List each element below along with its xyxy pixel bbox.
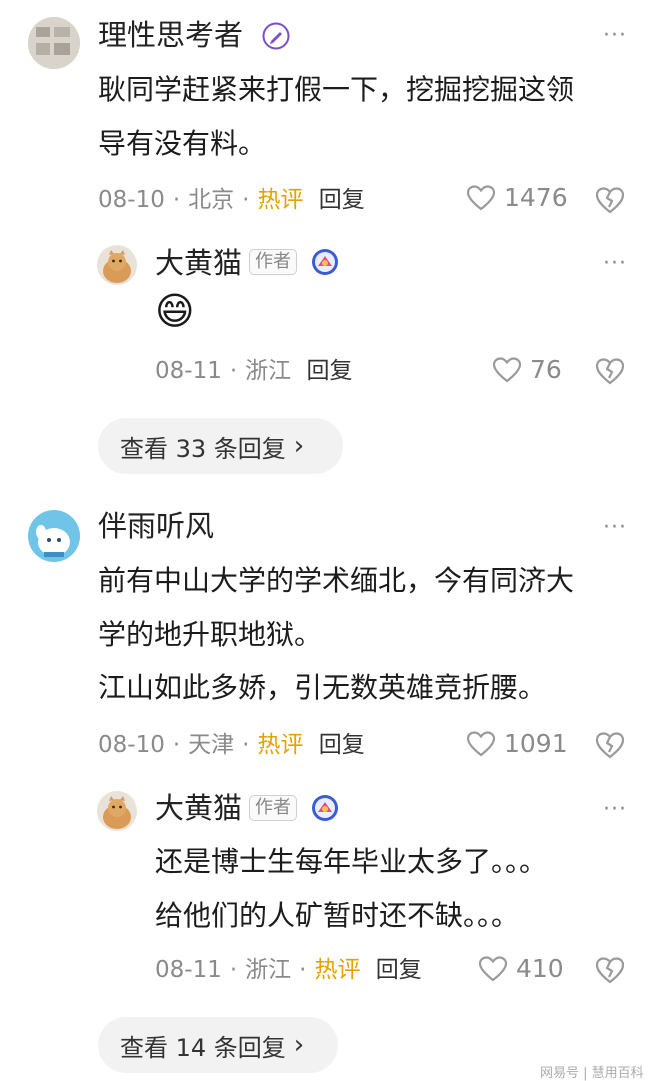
- hot-comment-badge: 热评: [257, 732, 304, 758]
- comment-meta: 08-11 · 浙江 · 热评 回复: [155, 955, 422, 985]
- comment-text-line: 学的地升职地狱。: [98, 618, 323, 651]
- like-count: 76: [530, 355, 562, 384]
- meta-separator: ·: [229, 957, 238, 983]
- more-options-button[interactable]: ···: [603, 253, 627, 275]
- more-options-button[interactable]: ···: [603, 25, 627, 47]
- author-username[interactable]: 大黄猫: [155, 790, 242, 826]
- meta-separator: ·: [242, 187, 250, 213]
- heart-icon: [466, 730, 496, 756]
- author-badge: 作者: [249, 795, 297, 821]
- user-level-badge-icon: [311, 794, 339, 822]
- dislike-broken-heart-icon[interactable]: [594, 185, 626, 215]
- comment-meta: 08-10 · 北京 · 热评 回复: [98, 185, 365, 215]
- comment-location: 浙江: [245, 957, 292, 983]
- dislike-broken-heart-icon[interactable]: [594, 356, 626, 386]
- reply-button[interactable]: 回复: [306, 358, 352, 384]
- meta-separator: ·: [299, 957, 307, 983]
- comment-meta: 08-10 · 天津 · 热评 回复: [98, 730, 365, 760]
- dislike-broken-heart-icon[interactable]: [594, 955, 626, 985]
- like-count: 410: [516, 954, 564, 983]
- reply-button[interactable]: 回复: [376, 957, 422, 983]
- comment-date: 08-10: [98, 732, 165, 758]
- username[interactable]: 伴雨听风: [98, 508, 214, 544]
- username[interactable]: 理性思考者: [98, 17, 243, 53]
- view-replies-button[interactable]: 查看 33 条回复 ›: [98, 418, 343, 474]
- meta-separator: ·: [172, 732, 181, 758]
- comment-date: 08-11: [155, 957, 222, 983]
- comment-text-line: 前有中山大学的学术缅北，今有同济大: [98, 564, 575, 597]
- like-button[interactable]: 410: [478, 954, 564, 983]
- comment-location: 北京: [188, 187, 235, 213]
- heart-icon: [492, 356, 522, 382]
- comment-text-line: 导有没有料。: [98, 127, 267, 160]
- avatar[interactable]: [97, 791, 137, 831]
- more-options-button[interactable]: ···: [603, 799, 627, 821]
- like-count: 1091: [504, 729, 568, 758]
- view-replies-label: 查看 33 条回复: [120, 434, 286, 463]
- comment-date: 08-11: [155, 358, 222, 384]
- reply-button[interactable]: 回复: [319, 187, 365, 213]
- avatar[interactable]: [28, 510, 80, 562]
- like-button[interactable]: 1091: [466, 729, 568, 758]
- meta-separator: ·: [172, 187, 181, 213]
- comment-text-line: 给他们的人矿暂时还不缺。。。: [155, 899, 520, 932]
- view-replies-button[interactable]: 查看 14 条回复 ›: [98, 1017, 338, 1073]
- meta-separator: ·: [242, 732, 250, 758]
- source-watermark: 网易号 | 慧用百科: [540, 1066, 644, 1081]
- comment-text-line: 耿同学赶紧来打假一下，挖掘挖掘这领: [98, 73, 575, 106]
- dislike-broken-heart-icon[interactable]: [594, 730, 626, 760]
- chevron-right-icon: ›: [293, 431, 305, 461]
- heart-icon: [466, 184, 496, 210]
- reply-button[interactable]: 回复: [319, 732, 365, 758]
- hot-comment-badge: 热评: [314, 957, 361, 983]
- heart-icon: [478, 955, 508, 981]
- like-count: 1476: [504, 183, 568, 212]
- comment-meta: 08-11 · 浙江 回复: [155, 356, 352, 386]
- user-level-badge-icon: [311, 248, 339, 276]
- certified-pen-badge-icon: [262, 22, 290, 50]
- chevron-right-icon: ›: [293, 1030, 305, 1060]
- like-button[interactable]: 76: [492, 355, 562, 384]
- view-replies-label: 查看 14 条回复: [120, 1033, 286, 1062]
- comment-text-line: 江山如此多娇，引无数英雄竞折腰。: [98, 671, 547, 704]
- author-username[interactable]: 大黄猫: [155, 245, 242, 281]
- hot-comment-badge: 热评: [257, 187, 304, 213]
- like-button[interactable]: 1476: [466, 183, 568, 212]
- comment-date: 08-10: [98, 187, 165, 213]
- more-options-button[interactable]: ···: [603, 517, 627, 539]
- comment-location: 天津: [188, 732, 235, 758]
- comment-location: 浙江: [245, 358, 292, 384]
- comment-text-line: 还是博士生每年毕业太多了。。。: [155, 845, 548, 878]
- author-badge: 作者: [249, 249, 297, 275]
- avatar[interactable]: [97, 245, 137, 285]
- avatar[interactable]: [28, 17, 80, 69]
- grinning-emoji: 😄: [155, 289, 195, 333]
- meta-separator: ·: [229, 358, 238, 384]
